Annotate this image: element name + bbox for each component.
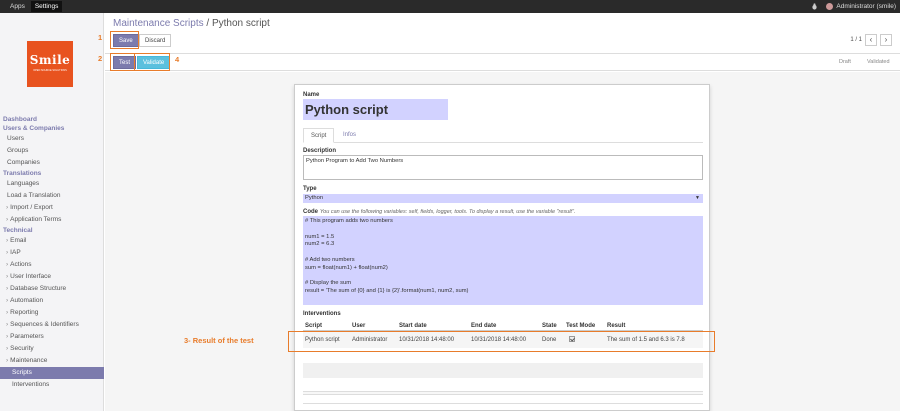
sidebar-item-companies[interactable]: Companies [0, 157, 104, 169]
divider [303, 403, 703, 404]
table-header: Script User Start date End date State Te… [303, 321, 703, 331]
top-menu: Apps Settings [6, 0, 63, 13]
sidebar-item-translations[interactable]: Translations [0, 169, 104, 178]
sidebar-item-interventions[interactable]: Interventions [0, 379, 104, 391]
sidebar-item-languages[interactable]: Languages [0, 178, 104, 190]
sidebar-item-application-terms[interactable]: Application Terms [0, 214, 104, 226]
tab-infos[interactable]: Infos [336, 128, 363, 143]
sidebar-item-technical[interactable]: Technical [0, 226, 104, 235]
menu-apps[interactable]: Apps [6, 1, 29, 12]
form-statusbar: Draft Validated [105, 53, 900, 71]
name-input[interactable]: Python script [303, 99, 448, 120]
breadcrumb-parent[interactable]: Maintenance Scripts [113, 18, 204, 29]
sidebar-item-user-interface[interactable]: User Interface [0, 271, 104, 283]
description-label: Description [303, 148, 337, 154]
pager: 1 / 1 ‹ › [850, 34, 892, 46]
sidebar-item-automation[interactable]: Automation [0, 295, 104, 307]
annotation-box-test [110, 53, 135, 71]
sidebar-item-dashboard[interactable]: Dashboard [0, 115, 104, 124]
type-select[interactable]: Python ▼ [303, 194, 703, 203]
avatar [826, 2, 834, 10]
dropdown-arrow-icon: ▼ [695, 195, 700, 201]
col-end-date[interactable]: End date [471, 321, 496, 331]
annotation-2: 2 [98, 54, 103, 63]
sidebar-item-parameters[interactable]: Parameters [0, 331, 104, 343]
col-state[interactable]: State [542, 321, 557, 331]
sidebar-menu: Dashboard Users & Companies Users Groups Com… [0, 115, 104, 391]
description-field[interactable]: Python Program to Add Two Numbers [303, 155, 703, 180]
pager-next-button[interactable]: › [880, 34, 892, 46]
sidebar-item-sequences-identifiers[interactable]: Sequences & Identifiers [0, 319, 104, 331]
type-label: Type [303, 186, 317, 192]
sidebar-item-groups[interactable]: Groups [0, 145, 104, 157]
sidebar-item-maintenance[interactable]: Maintenance [0, 355, 104, 367]
col-test-mode[interactable]: Test Mode [566, 321, 595, 331]
table-empty-row [303, 363, 703, 378]
sidebar: Smile OPEN SOURCE SOLUTIONS Dashboard Use… [0, 13, 104, 411]
interventions-label: Interventions [303, 311, 341, 317]
annotation-box-validate [134, 53, 170, 71]
debug-bug-icon[interactable] [811, 3, 818, 10]
col-start-date[interactable]: Start date [399, 321, 427, 331]
user-name: Administrator (smile) [836, 3, 896, 11]
sidebar-item-security[interactable]: Security [0, 343, 104, 355]
logo-tagline: OPEN SOURCE SOLUTIONS [33, 69, 67, 72]
form-sheet: Name Python script Script Infos Descript… [294, 84, 710, 411]
breadcrumb-current: Python script [211, 18, 270, 29]
sidebar-item-actions[interactable]: Actions [0, 259, 104, 271]
type-value: Python [305, 195, 324, 201]
logo-text: Smile [29, 53, 71, 67]
annotation-1: 1 [98, 33, 103, 42]
sidebar-item-import-export[interactable]: Import / Export [0, 202, 104, 214]
col-result[interactable]: Result [607, 321, 625, 331]
annotation-box-save [110, 31, 139, 49]
pager-value: 1 / 1 [850, 37, 862, 43]
code-label-row: Code You can use the following variables… [303, 208, 703, 215]
annotation-box-result [288, 331, 715, 352]
annotation-4: 4 [175, 55, 180, 64]
menu-settings[interactable]: Settings [30, 1, 63, 12]
table-footer [303, 391, 703, 395]
breadcrumb-sep: / [206, 18, 210, 29]
stage-validated[interactable]: Validated [861, 54, 896, 70]
code-help: You can use the following variables: sel… [319, 209, 576, 215]
sidebar-item-load-a-translation[interactable]: Load a Translation [0, 190, 104, 202]
sidebar-item-scripts[interactable]: Scripts [0, 367, 104, 379]
name-label: Name [303, 92, 320, 98]
top-navbar: Apps Settings Administrator (smile) [0, 0, 900, 13]
sidebar-item-iap[interactable]: IAP [0, 247, 104, 259]
breadcrumb: Maintenance Scripts / Python script [113, 18, 270, 29]
stage-draft[interactable]: Draft [833, 54, 857, 70]
sidebar-item-email[interactable]: Email [0, 235, 104, 247]
code-editor[interactable]: # This program adds two numbers num1 = 1… [303, 216, 703, 305]
discard-button[interactable]: Discard [139, 34, 172, 47]
sidebar-item-reporting[interactable]: Reporting [0, 307, 104, 319]
pager-prev-button[interactable]: ‹ [865, 34, 877, 46]
sidebar-item-users[interactable]: Users [0, 133, 104, 145]
col-script[interactable]: Script [305, 321, 322, 331]
annotation-3: 3- Result of the test [184, 336, 254, 345]
user-menu[interactable]: Administrator (smile) [826, 2, 896, 11]
sidebar-item-database-structure[interactable]: Database Structure [0, 283, 104, 295]
tab-script[interactable]: Script [303, 128, 335, 143]
notebook-tabs: Script Infos [303, 128, 703, 143]
company-logo: Smile OPEN SOURCE SOLUTIONS [27, 41, 73, 87]
code-label: Code [303, 209, 318, 215]
sidebar-item-users-companies[interactable]: Users & Companies [0, 124, 104, 133]
top-right: Administrator (smile) [811, 0, 896, 13]
col-user[interactable]: User [352, 321, 365, 331]
